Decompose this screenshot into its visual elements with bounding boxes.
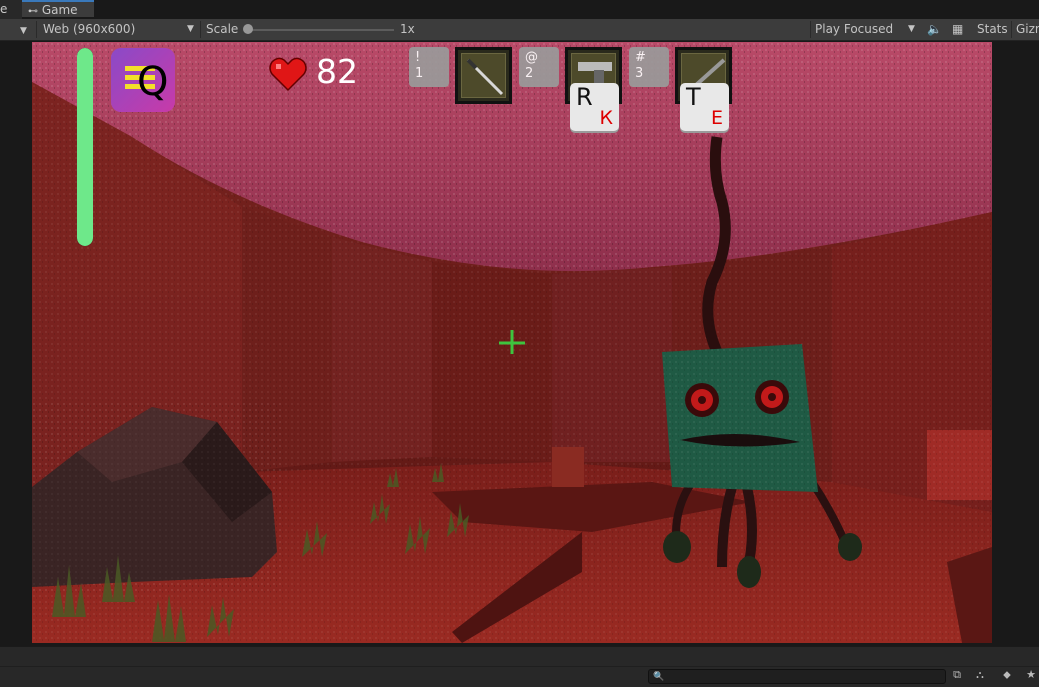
- health-value: 82: [316, 52, 358, 91]
- tab-game-label: Game: [41, 3, 78, 17]
- shapes-icon[interactable]: ⛬: [973, 668, 987, 682]
- chevron-down-icon: ▼: [20, 26, 27, 36]
- layers-icon[interactable]: ⧉: [950, 668, 964, 682]
- star-icon[interactable]: ★: [1024, 668, 1038, 682]
- tab-previous-label: e: [0, 2, 8, 16]
- play-mode-label: Play Focused: [815, 22, 894, 36]
- resolution-dropdown[interactable]: Web (960x600) ▼: [43, 19, 197, 40]
- slot-1-index: 1: [415, 66, 424, 81]
- gizmos-button[interactable]: Gizm: [1016, 19, 1039, 40]
- stamina-bar-fill: [77, 48, 93, 246]
- editor-tab-bar: e ⊷ Game: [0, 0, 1039, 20]
- game-scene: [32, 42, 992, 643]
- scale-value: 1x: [400, 22, 415, 36]
- scale-label: Scale: [206, 22, 239, 36]
- scale-slider-track[interactable]: [248, 29, 394, 31]
- gamepad-icon: ⊷: [28, 6, 38, 17]
- editor-status-bar: [0, 646, 1039, 667]
- search-icon: 🔍: [653, 672, 665, 682]
- slot-1-symbol: !: [415, 50, 421, 65]
- reload-key-hint: R К: [570, 83, 619, 131]
- quest-log-button[interactable]: Q: [111, 48, 175, 112]
- slot-2-index: 2: [525, 66, 534, 81]
- chevron-down-icon: ▼: [187, 24, 194, 34]
- quest-hotkey-label: Q: [137, 59, 169, 105]
- stats-button[interactable]: Stats: [977, 19, 1008, 40]
- knife-icon: [466, 58, 504, 96]
- divider: [810, 21, 811, 38]
- resolution-label: Web (960x600): [43, 22, 136, 36]
- slot-3-index: 3: [635, 66, 644, 81]
- divider: [200, 21, 201, 38]
- slot-3-number: # 3: [629, 47, 669, 87]
- play-mode-dropdown[interactable]: Play Focused ▼: [815, 19, 919, 40]
- heart-icon: [268, 56, 308, 96]
- use-key-hint: T Е: [680, 83, 729, 131]
- divider: [1011, 21, 1012, 38]
- use-key-cyrillic: Е: [710, 107, 723, 129]
- use-key-latin: T: [686, 83, 701, 111]
- slot-3-symbol: #: [635, 50, 646, 65]
- slot-2-number: @ 2: [519, 47, 559, 87]
- reload-key-latin: R: [576, 83, 593, 111]
- speaker-icon[interactable]: 🔈: [927, 19, 942, 40]
- chevron-down-icon: ▼: [908, 24, 915, 34]
- reload-key-cyrillic: К: [599, 107, 614, 129]
- weapon-slot-1[interactable]: [455, 47, 512, 104]
- scene-door: [552, 447, 584, 487]
- game-view-toolbar: ▼ Web (960x600) ▼ Scale 1x Play Focused …: [0, 19, 1039, 41]
- stamina-bar-track: [77, 48, 93, 246]
- tag-icon[interactable]: ⬥: [1000, 668, 1014, 682]
- tab-previous[interactable]: e: [0, 0, 22, 19]
- search-input[interactable]: 🔍: [648, 669, 946, 684]
- slot-1-number: ! 1: [409, 47, 449, 87]
- tab-game[interactable]: ⊷ Game: [22, 0, 94, 17]
- display-dropdown[interactable]: ▼: [20, 19, 27, 40]
- game-viewport[interactable]: Q 82 ! 1 @ 2 R К # 3 T Е: [32, 42, 992, 643]
- scale-slider-handle[interactable]: [243, 24, 253, 34]
- divider: [36, 21, 37, 38]
- grid-icon[interactable]: ▦: [952, 19, 963, 40]
- slot-2-symbol: @: [525, 50, 538, 65]
